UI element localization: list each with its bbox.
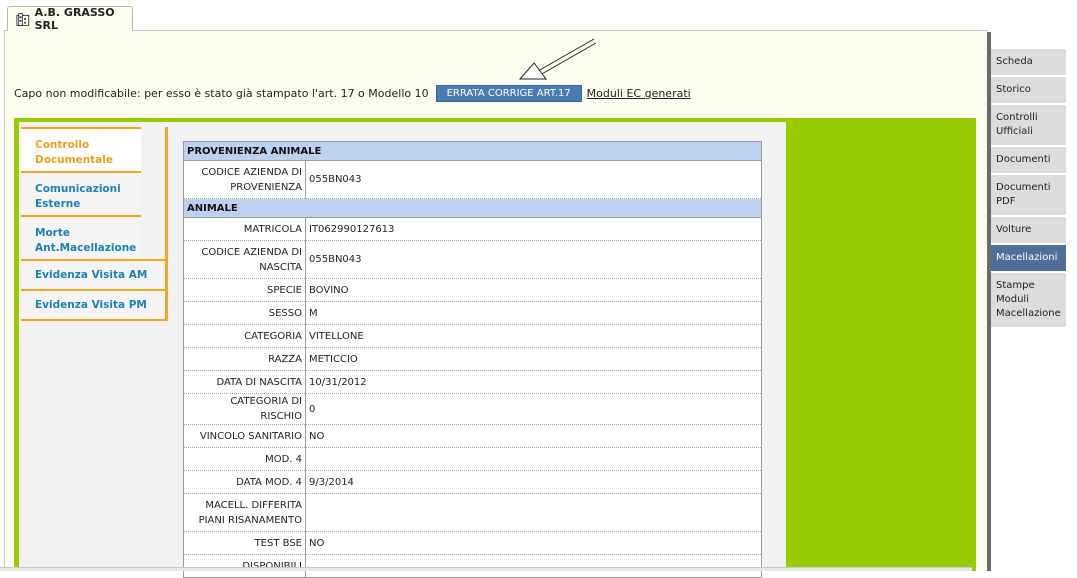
- field-label: DATA DI NASCITA: [183, 370, 306, 394]
- left-nav-morte-ant-macellazione[interactable]: Morte Ant.Macellazione: [21, 215, 141, 259]
- company-tab[interactable]: A.B. GRASSO SRL: [7, 6, 133, 32]
- table-row: SPECIE BOVINO: [183, 278, 762, 302]
- field-value: 9/3/2014: [305, 470, 762, 494]
- field-label: VINCOLO SANITARIO: [183, 424, 306, 448]
- table-row: CATEGORIA VITELLONE: [183, 324, 762, 348]
- field-value: VITELLONE: [305, 324, 762, 348]
- field-label: MATRICOLA: [183, 217, 306, 241]
- field-label: MOD. 4: [183, 447, 306, 471]
- field-value: BOVINO: [305, 278, 762, 302]
- table-row: TEST BSE NO: [183, 531, 762, 555]
- left-nav-evidenza-visita-pm[interactable]: Evidenza Visita PM: [21, 289, 165, 319]
- field-label: DISPONIBILI: [183, 554, 306, 578]
- moduli-ec-link[interactable]: Moduli EC generati: [587, 87, 691, 100]
- field-value: IT062990127613: [305, 217, 762, 241]
- field-value: NO: [305, 424, 762, 448]
- table-row: DATA MOD. 4 9/3/2014: [183, 470, 762, 494]
- field-value: 10/31/2012: [305, 370, 762, 394]
- table-row: SESSO M: [183, 301, 762, 325]
- field-label: MACELL. DIFFERITA PIANI RISANAMENTO: [183, 493, 306, 532]
- field-label: DATA MOD. 4: [183, 470, 306, 494]
- notice-text: Capo non modificabile: per esso è stato …: [14, 86, 429, 100]
- field-value: [305, 554, 762, 578]
- right-nav-storico[interactable]: Storico: [991, 77, 1066, 105]
- right-nav: Scheda Storico Controlli Ufficiali Docum…: [991, 49, 1066, 329]
- right-nav-documenti[interactable]: Documenti: [991, 147, 1066, 175]
- left-nav-controllo-documentale[interactable]: Controllo Documentale: [21, 127, 141, 171]
- table-row: CATEGORIA DI RISCHIO 0: [183, 393, 762, 425]
- field-value: NO: [305, 531, 762, 555]
- company-tab-label: A.B. GRASSO SRL: [34, 6, 115, 32]
- section-title-provenienza: PROVENIENZA ANIMALE: [183, 141, 762, 161]
- field-label: SPECIE: [183, 278, 306, 302]
- section-header: ANIMALE: [183, 198, 762, 218]
- table-row: VINCOLO SANITARIO NO: [183, 424, 762, 448]
- right-nav-documenti-pdf[interactable]: Documenti PDF: [991, 175, 1066, 217]
- notice-bar: Capo non modificabile: per esso è stato …: [14, 84, 691, 102]
- field-label: CATEGORIA: [183, 324, 306, 348]
- table-row: DISPONIBILI: [183, 554, 762, 578]
- field-value: 0: [305, 393, 762, 425]
- horizontal-scrollbar[interactable]: [0, 567, 972, 571]
- field-value: 055BN043: [305, 160, 762, 199]
- right-nav-scheda[interactable]: Scheda: [991, 49, 1066, 77]
- arrow-annotation-icon: [518, 38, 597, 80]
- field-value: [305, 447, 762, 471]
- field-value: M: [305, 301, 762, 325]
- left-nav-bottom-border: [21, 319, 165, 321]
- section-header: PROVENIENZA ANIMALE: [183, 141, 762, 161]
- animal-data-table: PROVENIENZA ANIMALE CODICE AZIENDA DI PR…: [183, 141, 762, 578]
- field-label: TEST BSE: [183, 531, 306, 555]
- table-row: CODICE AZIENDA DI NASCITA 055BN043: [183, 240, 762, 279]
- right-nav-controlli-ufficiali[interactable]: Controlli Ufficiali: [991, 105, 1066, 147]
- table-row: DATA DI NASCITA 10/31/2012: [183, 370, 762, 394]
- building-icon: [16, 12, 30, 26]
- field-label: CODICE AZIENDA DI PROVENIENZA: [183, 160, 306, 199]
- left-nav-evidenza-visita-am[interactable]: Evidenza Visita AM: [21, 259, 165, 289]
- table-row: CODICE AZIENDA DI PROVENIENZA 055BN043: [183, 160, 762, 199]
- right-nav-macellazioni[interactable]: Macellazioni: [991, 245, 1066, 273]
- field-value: 055BN043: [305, 240, 762, 279]
- field-label: SESSO: [183, 301, 306, 325]
- field-label: RAZZA: [183, 347, 306, 371]
- field-value: METICCIO: [305, 347, 762, 371]
- field-value: [305, 493, 762, 532]
- table-row: MACELL. DIFFERITA PIANI RISANAMENTO: [183, 493, 762, 532]
- field-label: CATEGORIA DI RISCHIO: [183, 393, 306, 425]
- right-nav-stampe-moduli-macellazione[interactable]: Stampe Moduli Macellazione: [991, 273, 1066, 329]
- table-row: MATRICOLA IT062990127613: [183, 217, 762, 241]
- left-nav: Controllo Documentale Comunicazioni Este…: [21, 127, 168, 321]
- section-title-animale: ANIMALE: [183, 198, 762, 218]
- right-nav-volture[interactable]: Volture: [991, 217, 1066, 245]
- table-row: MOD. 4: [183, 447, 762, 471]
- errata-corrige-button[interactable]: ERRATA CORRIGE ART.17: [435, 84, 582, 102]
- table-row: RAZZA METICCIO: [183, 347, 762, 371]
- field-label: CODICE AZIENDA DI NASCITA: [183, 240, 306, 279]
- left-nav-comunicazioni-esterne[interactable]: Comunicazioni Esterne: [21, 171, 141, 215]
